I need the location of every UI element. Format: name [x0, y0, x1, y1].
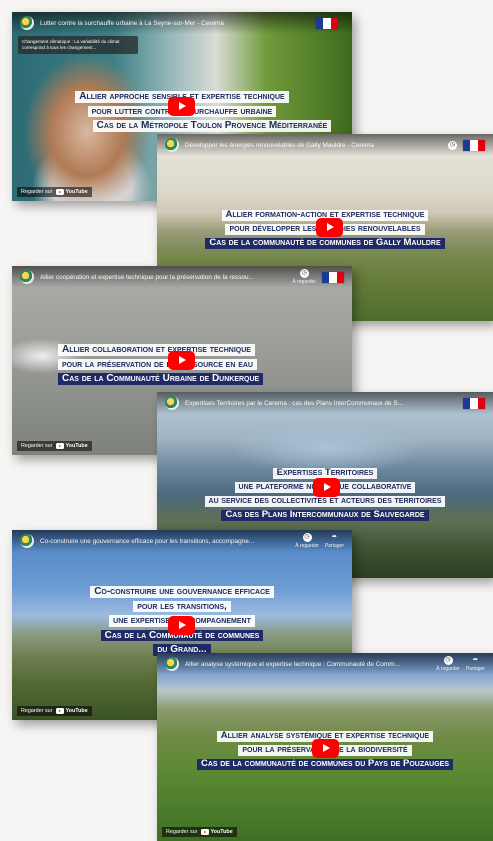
- watch-later-button[interactable]: ◷: [448, 140, 457, 150]
- info-card: Changement climatique : La variabilité d…: [18, 36, 138, 54]
- channel-logo-icon[interactable]: [20, 16, 34, 30]
- clock-icon: ◷: [299, 269, 309, 278]
- video-topbar: Allier analyse systémique et expertise t…: [157, 653, 493, 675]
- channel-logo-icon[interactable]: [20, 270, 34, 284]
- youtube-logo-icon: YouTube: [56, 443, 88, 449]
- youtube-logo-icon: YouTube: [56, 708, 88, 714]
- watch-on-label: Regarder sur: [21, 443, 53, 449]
- play-button[interactable]: [168, 616, 195, 635]
- video-card-pouzauges[interactable]: Allier analyse systémique et expertise t…: [157, 653, 493, 841]
- share-label: Partager: [465, 666, 485, 672]
- video-title[interactable]: Lutter contre la surchauffe urbaine à La…: [40, 20, 310, 27]
- watch-on-label: Regarder sur: [166, 829, 198, 835]
- video-topbar: Lutter contre la surchauffe urbaine à La…: [12, 12, 352, 34]
- channel-logo-icon[interactable]: [165, 138, 179, 152]
- video-topbar: Co-construire une gouvernance efficace p…: [12, 530, 352, 552]
- channel-logo-icon[interactable]: [20, 534, 34, 548]
- video-title[interactable]: Expertises Territoires par le Cerema : c…: [185, 400, 457, 407]
- watch-later-button[interactable]: ◷ À regarder: [292, 269, 316, 285]
- caption-line: pour la préservation de la ressource en …: [58, 358, 257, 370]
- watch-on-youtube-button[interactable]: Regarder sur YouTube: [17, 187, 92, 197]
- share-icon: ➦: [331, 534, 337, 540]
- caption-line: pour les transitions,: [133, 600, 231, 612]
- video-topbar: Allier coopération et expertise techniqu…: [12, 266, 352, 288]
- clock-icon: ◷: [302, 533, 312, 542]
- caption-line: Cas de la communauté de communes de Gall…: [205, 237, 445, 249]
- play-button[interactable]: [316, 218, 343, 237]
- watch-later-label: À regarder: [292, 279, 316, 285]
- video-title[interactable]: Co-construire une gouvernance efficace p…: [40, 538, 289, 545]
- watch-later-button[interactable]: ◷ À regarder: [295, 533, 319, 549]
- share-button[interactable]: ➦ Partager: [325, 533, 344, 549]
- clock-icon: ◷: [448, 140, 457, 150]
- caption-line: Cas des Plans Intercommunaux de Sauvegar…: [221, 509, 429, 521]
- french-flag-icon: [463, 397, 485, 409]
- channel-logo-icon[interactable]: [165, 657, 179, 671]
- watch-on-label: Regarder sur: [21, 189, 53, 195]
- watch-on-youtube-button[interactable]: Regarder sur YouTube: [17, 441, 92, 451]
- play-button[interactable]: [313, 478, 340, 497]
- clock-icon: ◷: [443, 656, 453, 665]
- channel-logo-icon[interactable]: [165, 396, 179, 410]
- play-button[interactable]: [168, 97, 195, 116]
- youtube-logo-icon: YouTube: [56, 189, 88, 195]
- french-flag-icon: [463, 139, 485, 151]
- share-icon: ➦: [472, 657, 478, 663]
- video-title[interactable]: Allier coopération et expertise techniqu…: [40, 274, 286, 281]
- watch-on-label: Regarder sur: [21, 708, 53, 714]
- watch-on-youtube-button[interactable]: Regarder sur YouTube: [162, 827, 237, 837]
- share-label: Partager: [324, 543, 344, 549]
- share-button[interactable]: ➦ Partager: [466, 656, 485, 672]
- video-title[interactable]: Allier analyse systémique et expertise t…: [185, 661, 430, 668]
- watch-later-label: À regarder: [436, 666, 460, 672]
- french-flag-icon: [322, 271, 344, 283]
- watch-later-label: À regarder: [295, 543, 319, 549]
- youtube-logo-icon: YouTube: [201, 829, 233, 835]
- caption-line: Cas de la communauté de communes du Pays…: [197, 758, 453, 770]
- caption-line: Cas de la Métropole Toulon Provence Médi…: [92, 120, 332, 132]
- watch-on-youtube-button[interactable]: Regarder sur YouTube: [17, 706, 92, 716]
- french-flag-icon: [316, 17, 338, 29]
- watch-later-button[interactable]: ◷ À regarder: [436, 656, 460, 672]
- video-title[interactable]: Développer les énergies renouvelables de…: [185, 142, 442, 149]
- play-button[interactable]: [312, 739, 339, 758]
- caption-line: au service des collectivités et acteurs …: [204, 495, 446, 507]
- video-topbar: Développer les énergies renouvelables de…: [157, 134, 493, 156]
- caption-line: Co-construire une gouvernance efficace: [90, 586, 274, 598]
- play-button[interactable]: [168, 351, 195, 370]
- video-topbar: Expertises Territoires par le Cerema : c…: [157, 392, 493, 414]
- caption-line: Allier collaboration et expertise techni…: [58, 344, 255, 356]
- caption-line: Cas de la Communauté Urbaine de Dunkerqu…: [58, 373, 264, 385]
